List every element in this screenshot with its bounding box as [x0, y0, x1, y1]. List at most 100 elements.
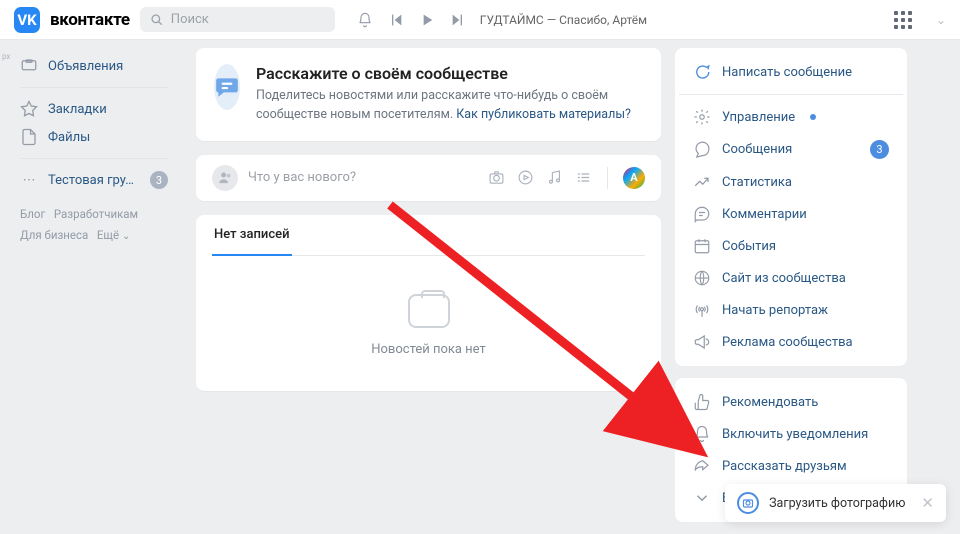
nav-badge: 3 [150, 171, 168, 189]
feed-card: Нет записей Новостей пока нет [196, 215, 661, 391]
apps-icon[interactable] [894, 11, 912, 29]
link-devs[interactable]: Разработчикам [54, 207, 138, 221]
gear-icon [693, 108, 711, 126]
nav-label: Файлы [48, 130, 90, 145]
article-icon[interactable] [575, 169, 592, 186]
nav-label: Тестовая гру... [48, 173, 134, 188]
tell-subtitle: Поделитесь новостями или расскажите что-… [256, 87, 643, 125]
side-item-comments[interactable]: Комментарии [679, 198, 903, 230]
nav-item-bookmarks[interactable]: Закладки [14, 95, 174, 123]
nav-item-files[interactable]: Файлы [14, 123, 174, 151]
share-icon [693, 457, 711, 475]
tell-title: Расскажите о своём сообществе [256, 64, 643, 83]
side-label: События [722, 239, 776, 254]
search-icon [150, 13, 164, 27]
antenna-icon [693, 301, 711, 319]
empty-state: Новостей пока нет [212, 256, 645, 391]
side-item-events[interactable]: События [679, 230, 903, 262]
side-label: Реклама сообщества [722, 335, 853, 350]
side-item-website[interactable]: Сайт из сообщества [679, 262, 903, 294]
link-biz[interactable]: Для бизнеса [20, 228, 88, 242]
nav-item-ads[interactable]: Объявления [14, 52, 174, 80]
camera-icon[interactable] [488, 169, 505, 186]
chevron-down-icon [693, 489, 711, 507]
group-avatar-icon [212, 165, 238, 191]
side-label: Статистика [722, 175, 792, 190]
action-share[interactable]: Рассказать друзьям [679, 450, 903, 482]
thumb-icon [693, 393, 711, 411]
center-column: Расскажите о своём сообществе Поделитесь… [196, 48, 661, 534]
globe-icon [693, 269, 711, 287]
side-card-main: Написать сообщение Управление Сообщения … [675, 48, 907, 366]
messages-badge: 3 [870, 140, 889, 159]
write-message-button[interactable]: Написать сообщение [679, 56, 903, 88]
horn-icon [693, 333, 711, 351]
side-item-stats[interactable]: Статистика [679, 166, 903, 198]
user-avatar[interactable]: А [623, 167, 645, 189]
video-icon[interactable] [517, 169, 534, 186]
file-icon [20, 128, 38, 146]
play-icon[interactable] [419, 12, 435, 28]
account-chevron-icon[interactable]: ⌄ [936, 13, 946, 27]
left-sidebar: Объявления Закладки Файлы ⋯ Тестовая гру… [0, 48, 178, 534]
nav-label: Объявления [48, 59, 123, 74]
tell-about-card: Расскажите о своём сообществе Поделитесь… [196, 48, 661, 141]
side-label: Включить уведомления [722, 427, 868, 442]
side-label: Управление [722, 110, 795, 125]
side-label: Сайт из сообщества [722, 271, 846, 286]
side-label: Сообщения [722, 142, 792, 157]
music-icon[interactable] [546, 169, 563, 186]
topbar: VK вконтакте Поиск ГУДТАЙМС — Спасибо, А… [0, 0, 960, 40]
search-input[interactable]: Поиск [140, 7, 335, 32]
side-label: Рассказать друзьям [722, 459, 847, 474]
side-label: Рекомендовать [722, 395, 818, 410]
side-item-manage[interactable]: Управление [679, 101, 903, 133]
side-item-messages[interactable]: Сообщения 3 [679, 133, 903, 166]
star-icon [20, 100, 38, 118]
chat-icon [693, 63, 711, 81]
search-placeholder: Поиск [171, 12, 209, 27]
tab-no-posts[interactable]: Нет записей [212, 215, 292, 256]
right-sidebar: Написать сообщение Управление Сообщения … [675, 48, 907, 534]
action-notify[interactable]: Включить уведомления [679, 418, 903, 450]
chevron-down-icon: ⌄ [122, 231, 130, 242]
side-label: Написать сообщение [722, 65, 852, 80]
notification-dot [810, 114, 816, 120]
megaphone-icon [20, 57, 38, 75]
nav-label: Закладки [48, 102, 107, 117]
separator [607, 167, 608, 189]
bell-icon[interactable] [357, 12, 373, 28]
footer-links: Блог Разработчикам Для бизнеса Ещё ⌄ [14, 194, 174, 256]
next-track-icon[interactable] [450, 12, 466, 28]
logo-text[interactable]: вконтакте [50, 10, 130, 30]
link-blog[interactable]: Блог [20, 207, 45, 221]
now-playing[interactable]: ГУДТАЙМС — Спасибо, Артём [480, 13, 647, 27]
action-recommend[interactable]: Рекомендовать [679, 386, 903, 418]
tabs-row: Нет записей [212, 215, 645, 256]
nav-separator [20, 158, 168, 159]
how-to-publish-link[interactable]: Как публиковать материалы? [456, 107, 631, 122]
prev-track-icon[interactable] [388, 12, 404, 28]
empty-icon [408, 294, 450, 328]
link-more[interactable]: Ещё [97, 228, 119, 242]
toast-label: Загрузить фотографию [769, 496, 905, 511]
separator [679, 94, 903, 95]
camera-circle-icon [737, 492, 759, 514]
upload-photo-toast[interactable]: Загрузить фотографию ✕ [725, 484, 946, 522]
bubble-icon [693, 141, 711, 159]
side-label: Комментарии [722, 207, 807, 222]
side-item-reportage[interactable]: Начать репортаж [679, 294, 903, 326]
side-item-ads[interactable]: Реклама сообщества [679, 326, 903, 358]
logo-badge[interactable]: VK [14, 7, 40, 33]
tiny-label: рх [2, 52, 10, 61]
side-label: Начать репортаж [722, 303, 828, 318]
close-icon[interactable]: ✕ [921, 494, 934, 512]
compose-card[interactable]: Что у вас нового? А [196, 155, 661, 201]
trend-icon [693, 173, 711, 191]
compose-placeholder: Что у вас нового? [248, 170, 478, 185]
empty-text: Новостей пока нет [212, 342, 645, 357]
nav-separator [20, 87, 168, 88]
dots-icon: ⋯ [20, 171, 38, 189]
bell-icon [693, 425, 711, 443]
nav-item-group[interactable]: ⋯ Тестовая гру... 3 [14, 166, 174, 194]
